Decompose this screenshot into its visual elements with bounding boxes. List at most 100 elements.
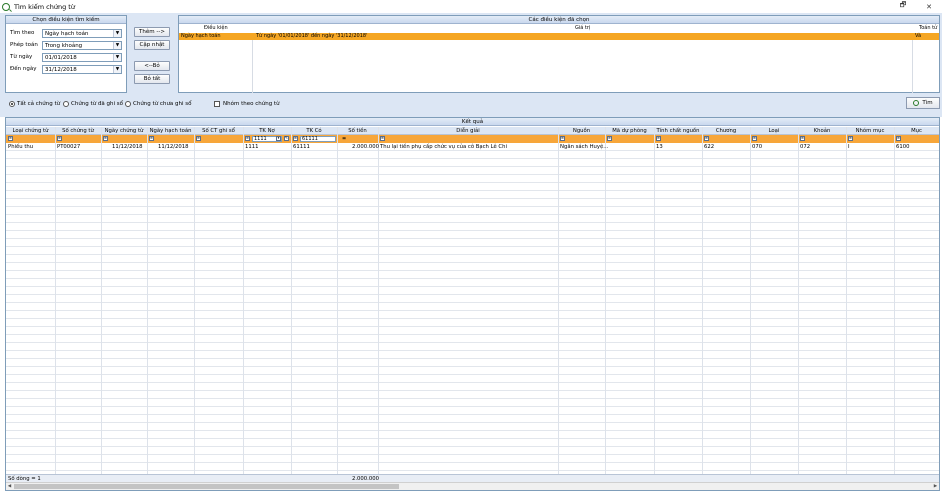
clear-filter-icon[interactable]: ✎ <box>284 136 289 141</box>
to-date-input[interactable]: 31/12/2018 ▼ <box>42 64 122 74</box>
operator-column-header: Toán tử <box>919 25 938 31</box>
filter-icon[interactable]: ≡ <box>8 136 13 141</box>
column-divider <box>194 127 195 474</box>
restore-button[interactable]: 🗗 <box>890 0 916 13</box>
filter-icon[interactable]: ≡ <box>57 136 62 141</box>
search-panel-title: Chọn điều kiện tìm kiếm <box>6 16 126 24</box>
cell-voucher-number: PT00027 <box>57 144 81 150</box>
cell-amount: 2.000.000 <box>352 144 379 150</box>
col-item[interactable]: Khoản <box>798 127 846 135</box>
col-voucher-type[interactable]: Loại chứng từ <box>6 127 55 135</box>
operator-value: Trong khoảng <box>45 42 83 49</box>
find-button-label: Tìm <box>922 100 933 106</box>
chevron-left-icon[interactable]: ◀ <box>6 483 13 490</box>
chevron-down-icon[interactable]: ▼ <box>113 41 121 49</box>
grid-header: Loại chứng từ Số chứng từ Ngày chứng từ … <box>6 127 939 135</box>
add-button[interactable]: Thêm --> <box>134 27 170 37</box>
col-ledger-number[interactable]: Số CT ghi sổ <box>194 127 243 135</box>
unposted-vouchers-option[interactable]: Chứng từ chưa ghi sổ <box>125 100 192 108</box>
filter-icon[interactable]: ≡ <box>380 136 385 141</box>
cell-chapter: 622 <box>704 144 715 150</box>
col-voucher-number[interactable]: Số chứng từ <box>55 127 101 135</box>
column-divider <box>337 127 338 474</box>
col-source-nature[interactable]: Tính chất nguồn <box>654 127 702 135</box>
column-divider <box>605 127 606 474</box>
col-chapter[interactable]: Chương <box>702 127 750 135</box>
col-item-group[interactable]: Nhóm mục <box>846 127 894 135</box>
from-date-label: Từ ngày <box>10 54 33 60</box>
chosen-value: Từ ngày '01/01/2018' đến ngày '31/12/201… <box>256 33 368 39</box>
operator-select[interactable]: Trong khoảng ▼ <box>42 40 122 50</box>
chevron-down-icon[interactable]: ▾ <box>276 136 281 141</box>
chevron-down-icon[interactable]: ▼ <box>113 29 121 37</box>
to-date-row: Đến ngày 31/12/2018 ▼ <box>10 64 122 74</box>
filter-icon[interactable]: ≡ <box>656 136 661 141</box>
search-by-label: Tìm theo <box>10 30 35 36</box>
search-condition-panel: Chọn điều kiện tìm kiếm Tìm theo Ngày hạ… <box>5 15 127 93</box>
grid-footer: Số dòng = 1 2.000.000 <box>6 474 939 482</box>
close-button[interactable]: ✕ <box>916 0 942 13</box>
filter-icon[interactable]: ≡ <box>103 136 108 141</box>
filter-icon[interactable]: ≡ <box>704 136 709 141</box>
radio-icon[interactable] <box>63 101 69 107</box>
group-by-voucher-label: Nhóm theo chứng từ <box>223 101 280 107</box>
chevron-down-icon[interactable]: ▼ <box>113 53 121 61</box>
table-row[interactable]: Phiếu thu PT00027 11/12/2018 11/12/2018 … <box>6 143 939 151</box>
chevron-down-icon[interactable]: ▼ <box>113 65 121 73</box>
from-date-value: 01/01/2018 <box>45 54 77 61</box>
radio-selected-icon[interactable] <box>9 101 15 107</box>
chosen-condition: Ngày hạch toán <box>181 33 221 39</box>
col-section[interactable]: Mục <box>894 127 939 135</box>
chosen-condition-row[interactable]: Ngày hạch toán Từ ngày '01/01/2018' đến … <box>179 33 939 40</box>
col-amount[interactable]: Số tiền <box>337 127 378 135</box>
column-divider <box>252 40 253 93</box>
filter-icon[interactable]: ≡ <box>560 136 565 141</box>
filter-icon[interactable]: ≡ <box>245 136 250 141</box>
cell-description: Thu lại tiền phụ cấp chức vụ của cô Bạch… <box>380 144 507 150</box>
all-vouchers-label: Tất cả chứng từ <box>17 101 61 107</box>
amount-filter-operator[interactable]: = <box>342 135 346 143</box>
cell-credit-account: 61111 <box>293 144 310 150</box>
posted-vouchers-option[interactable]: Chứng từ đã ghi sổ <box>63 100 123 108</box>
radio-icon[interactable] <box>125 101 131 107</box>
cell-section: 6100 <box>896 144 910 150</box>
col-posting-date[interactable]: Ngày hạch toán <box>147 127 194 135</box>
chevron-right-icon[interactable]: ▶ <box>932 483 939 490</box>
results-title: Kết quả <box>6 118 939 126</box>
filter-icon[interactable]: ≡ <box>607 136 612 141</box>
find-button[interactable]: Tìm <box>906 97 940 109</box>
column-divider <box>55 127 56 474</box>
column-divider <box>291 127 292 474</box>
col-type[interactable]: Loại <box>750 127 798 135</box>
filter-icon[interactable]: ≡ <box>800 136 805 141</box>
horizontal-scrollbar[interactable]: ◀ ▶ <box>6 482 939 490</box>
col-debit-account[interactable]: TK Nợ <box>243 127 291 135</box>
scrollbar-thumb[interactable] <box>14 484 399 489</box>
col-description[interactable]: Diễn giải <box>378 127 558 135</box>
search-by-select[interactable]: Ngày hạch toán ▼ <box>42 28 122 38</box>
filter-icon[interactable]: ≡ <box>293 136 298 141</box>
group-by-voucher-option[interactable]: Nhóm theo chứng từ <box>214 100 280 108</box>
from-date-input[interactable]: 01/01/2018 ▼ <box>42 52 122 62</box>
all-vouchers-option[interactable]: Tất cả chứng từ <box>9 100 60 108</box>
checkbox-icon[interactable] <box>214 101 220 107</box>
column-divider <box>654 127 655 474</box>
col-reserve-code[interactable]: Mã dự phòng <box>605 127 654 135</box>
filter-row: ≡ ≡ ≡ ≡ ≡ ≡ 1111 ▾ ✎ ≡ 61111 = ≡ ≡ ≡ ≡ ≡… <box>6 135 939 143</box>
chosen-panel-title: Các điều kiện đã chọn <box>179 16 939 24</box>
cell-voucher-type: Phiếu thu <box>8 144 34 150</box>
filter-icon[interactable]: ≡ <box>752 136 757 141</box>
debit-account-filter-value: 1111 <box>254 136 267 142</box>
filter-icon[interactable]: ≡ <box>196 136 201 141</box>
update-button[interactable]: Cập nhật <box>134 40 170 50</box>
remove-all-button[interactable]: Bỏ tất <box>134 74 170 84</box>
column-divider <box>702 127 703 474</box>
col-voucher-date[interactable]: Ngày chứng từ <box>101 127 147 135</box>
filter-icon[interactable]: ≡ <box>896 136 901 141</box>
filter-icon[interactable]: ≡ <box>848 136 853 141</box>
column-divider <box>101 127 102 474</box>
col-credit-account[interactable]: TK Có <box>291 127 337 135</box>
remove-button[interactable]: <--Bỏ <box>134 61 170 71</box>
col-source[interactable]: Nguồn <box>558 127 605 135</box>
filter-icon[interactable]: ≡ <box>149 136 154 141</box>
